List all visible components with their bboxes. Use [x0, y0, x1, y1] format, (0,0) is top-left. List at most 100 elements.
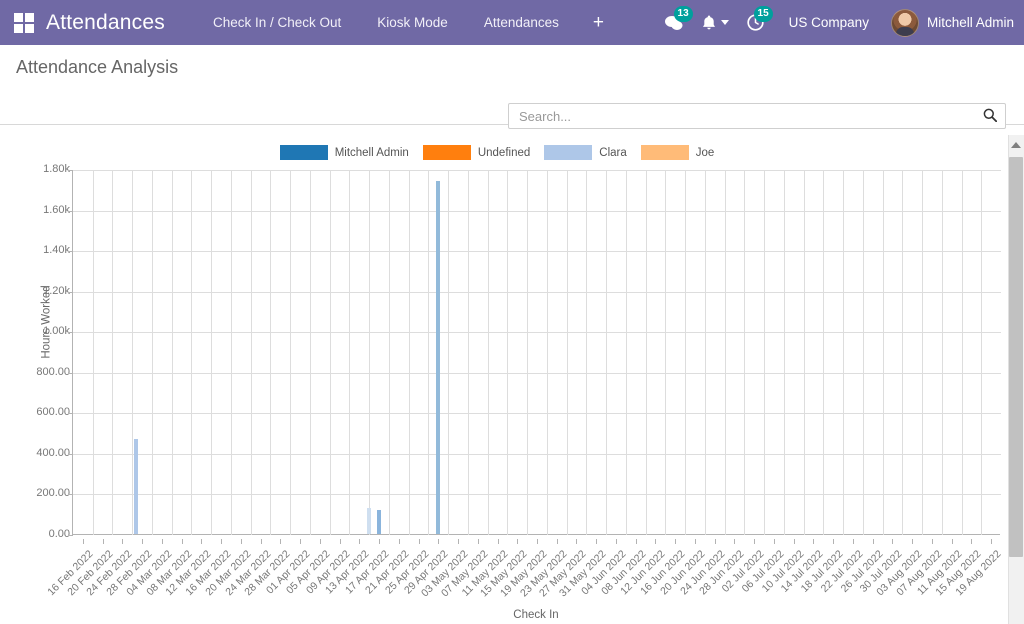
messages-icon[interactable]: 13 — [656, 0, 693, 45]
gridline-vertical — [843, 170, 845, 535]
chart-grid: 0.00 200.00 400.00 600.00 800.00 1.00k 1.20k 1.… — [36, 163, 1003, 599]
x-axis-tick-mark — [280, 539, 282, 544]
gridline-vertical — [507, 170, 509, 535]
legend-label: Mitchell Admin — [334, 146, 409, 159]
timer-icon[interactable]: 15 — [738, 0, 773, 45]
gridline-vertical — [448, 170, 450, 535]
y-axis-tick-mark — [68, 535, 73, 536]
gridline-vertical — [566, 170, 568, 535]
gridline-vertical — [922, 170, 924, 535]
x-axis-tick-mark — [398, 539, 400, 544]
x-axis-tick-mark — [359, 539, 361, 544]
chevron-down-icon — [720, 20, 729, 25]
company-switcher[interactable]: US Company — [773, 15, 885, 30]
chart-bar[interactable] — [436, 181, 441, 534]
menu-item-check-in-out[interactable]: Check In / Check Out — [195, 0, 359, 45]
search-icon[interactable] — [983, 108, 998, 125]
legend-item[interactable]: Mitchell Admin — [279, 145, 409, 160]
y-axis-tick-label: 600.00 — [36, 406, 70, 419]
x-axis-tick-mark — [300, 539, 302, 544]
scrollbar-thumb[interactable] — [1009, 157, 1023, 557]
y-axis-tick-mark — [68, 453, 73, 455]
x-axis-tick-mark — [181, 539, 183, 544]
x-axis-tick-mark — [635, 539, 637, 544]
x-axis-tick-mark — [497, 539, 499, 544]
gridline-vertical — [961, 170, 963, 535]
gridline-vertical — [151, 170, 153, 535]
legend-swatch — [544, 145, 593, 160]
x-axis-tick-mark — [931, 539, 933, 544]
bell-icon — [702, 15, 715, 29]
gridline-vertical — [329, 170, 331, 535]
y-axis-tick-label: 1.20k — [43, 284, 70, 297]
gridline-vertical — [744, 170, 746, 535]
x-axis-tick-mark — [576, 539, 578, 544]
x-axis-tick-mark — [517, 539, 519, 544]
chart-bar[interactable] — [377, 509, 382, 534]
scroll-up-arrow-icon[interactable] — [1011, 142, 1021, 148]
x-axis-tick-mark — [991, 539, 993, 544]
chart-bar[interactable] — [367, 507, 372, 534]
gridline-vertical — [724, 170, 726, 535]
x-axis-tick-mark — [161, 539, 163, 544]
gridline-vertical — [428, 170, 430, 535]
chart-plot-area: Hours Worked 0.00 200.00 400.00 600.00 800.0… — [36, 163, 1003, 624]
messages-badge: 13 — [673, 6, 693, 22]
menu-item-attendances[interactable]: Attendances — [466, 0, 577, 45]
gridline-vertical — [823, 170, 825, 535]
x-axis-tick-mark — [201, 539, 203, 544]
legend-label: Clara — [599, 146, 627, 159]
y-axis-tick-label: 200.00 — [36, 487, 70, 500]
gridline-vertical — [487, 170, 489, 535]
x-axis-tick-mark — [734, 539, 736, 544]
chart-bar[interactable] — [134, 438, 139, 534]
legend-swatch — [640, 145, 689, 160]
gridline-vertical — [606, 170, 608, 535]
y-axis-tick-label: 1.60k — [43, 203, 70, 216]
control-panel-top-row: Attendance Analysis — [10, 45, 1014, 79]
gridline-vertical — [783, 170, 785, 535]
user-menu[interactable]: Mitchell Admin — [885, 8, 1014, 37]
gridline-vertical — [546, 170, 548, 535]
gridline-vertical — [270, 170, 272, 535]
app-brand-title[interactable]: Attendances — [46, 11, 165, 35]
gridline-vertical — [171, 170, 173, 535]
y-axis-tick-mark — [68, 372, 73, 374]
magnifier-icon — [983, 108, 998, 122]
legend-swatch — [279, 145, 328, 160]
x-axis-tick-mark — [615, 539, 617, 544]
legend-item[interactable]: Undefined — [422, 145, 531, 160]
gridline-vertical — [290, 170, 292, 535]
y-axis-tick-mark — [68, 251, 73, 253]
gridline-vertical — [349, 170, 351, 535]
gridline-vertical — [685, 170, 687, 535]
apps-grid-icon[interactable] — [14, 12, 34, 33]
gridline-vertical — [941, 170, 943, 535]
search-input[interactable] — [517, 107, 983, 125]
x-axis-tick-mark — [240, 539, 242, 544]
chart-legend: Mitchell Admin Undefined Clara Joe — [0, 145, 1008, 160]
x-axis-tick-mark — [260, 539, 262, 544]
x-axis-tick-mark — [714, 539, 716, 544]
gridline-vertical — [586, 170, 588, 535]
gridline-vertical — [625, 170, 627, 535]
x-axis-tick-mark — [754, 539, 756, 544]
y-axis-tick-mark — [68, 494, 73, 496]
vertical-scrollbar[interactable] — [1008, 135, 1024, 624]
gridline-vertical — [211, 170, 213, 535]
add-menu-button[interactable]: + — [577, 0, 620, 45]
x-axis-tick-mark — [438, 539, 440, 544]
graph-view-container: Mitchell Admin Undefined Clara Joe Hours Wo… — [0, 135, 1024, 624]
legend-item[interactable]: Joe — [640, 145, 714, 160]
activities-icon[interactable] — [693, 0, 738, 45]
gridline-vertical — [92, 170, 94, 535]
menu-item-kiosk-mode[interactable]: Kiosk Mode — [359, 0, 466, 45]
search-input-wrapper[interactable] — [508, 103, 1006, 129]
legend-item[interactable]: Clara — [544, 145, 627, 160]
y-axis-tick-label: 1.00k — [43, 325, 70, 338]
legend-label: Undefined — [477, 146, 531, 159]
x-axis-tick-mark — [319, 539, 321, 544]
gridline-vertical — [704, 170, 706, 535]
gridline-vertical — [250, 170, 252, 535]
gridline-vertical — [388, 170, 390, 535]
